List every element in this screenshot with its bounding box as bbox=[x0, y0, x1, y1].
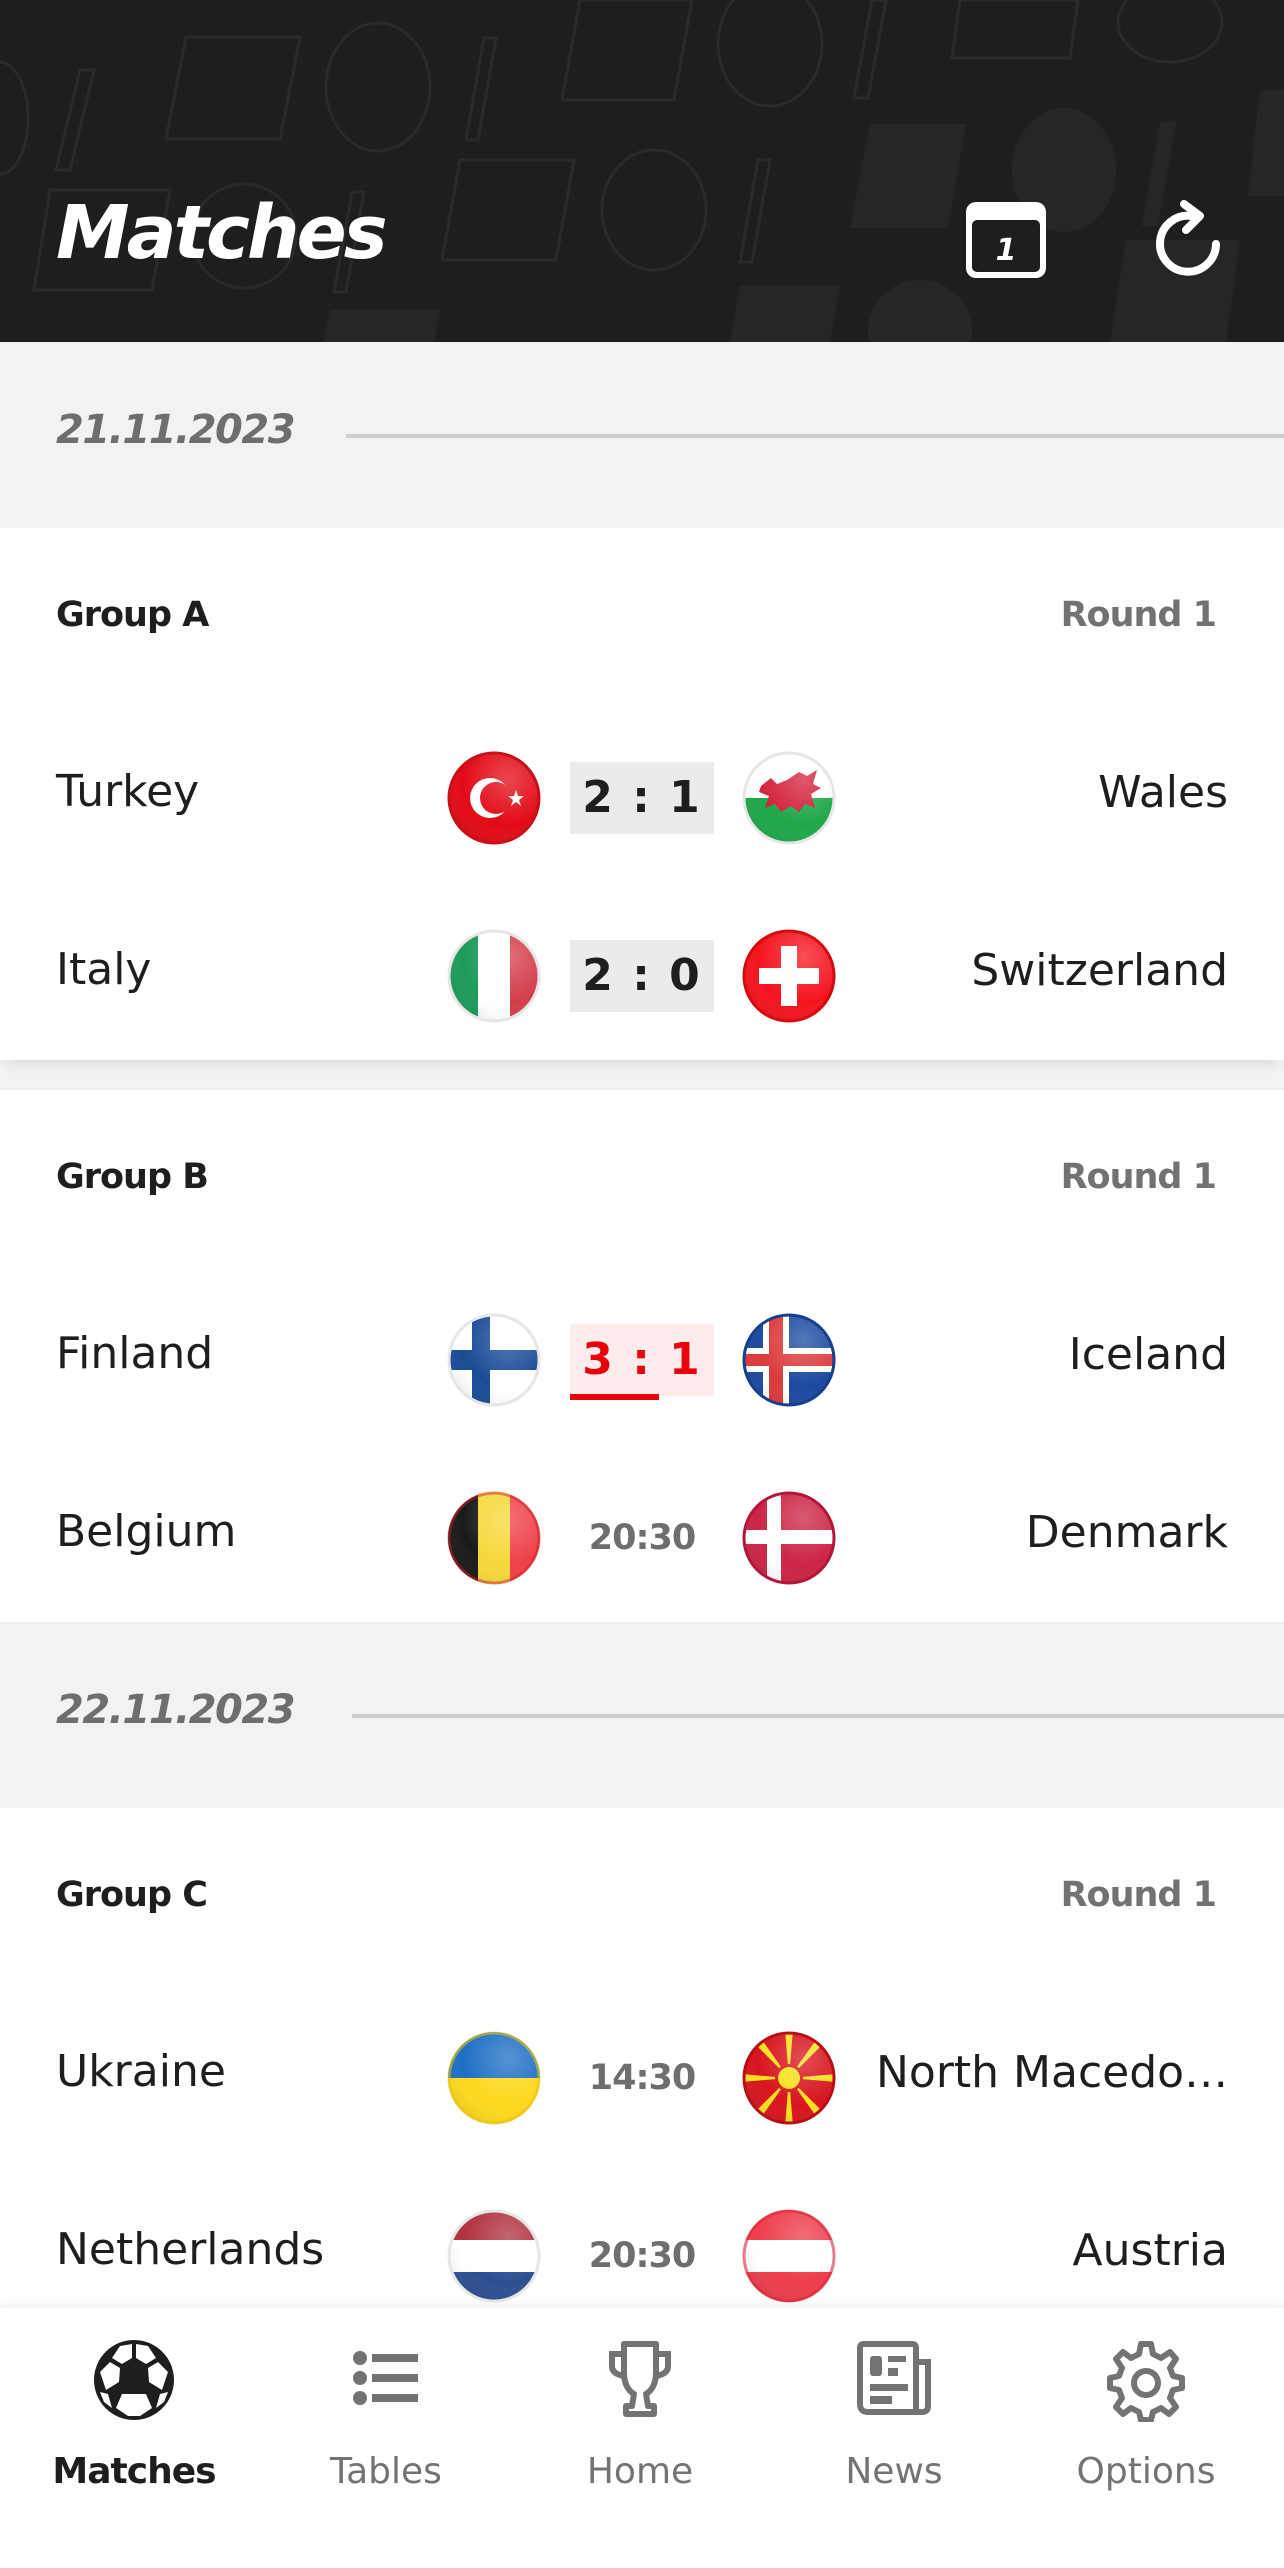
away-team-name: Iceland bbox=[1068, 1332, 1228, 1379]
page-title: Matches bbox=[56, 190, 388, 276]
home-team-name: Italy bbox=[56, 944, 152, 995]
nav-tab-news[interactable]: News bbox=[784, 2328, 1004, 2492]
calendar-icon: 1 bbox=[966, 202, 1046, 278]
header-background-pattern bbox=[0, 0, 1284, 342]
wales-flag-icon bbox=[741, 750, 837, 846]
round-label: Round 1 bbox=[1060, 1157, 1217, 1197]
italy-flag-icon bbox=[446, 928, 542, 1024]
group-name: Group B bbox=[56, 1157, 209, 1197]
live-indicator-bar bbox=[570, 1394, 659, 1400]
match-row[interactable]: Netherlands 20:30 Austria bbox=[0, 2200, 1284, 2310]
nav-label: News bbox=[845, 2451, 943, 2492]
match-row[interactable]: Finland 3 : 1 Iceland bbox=[0, 1304, 1284, 1414]
refresh-icon bbox=[1156, 200, 1220, 276]
group-name: Group A bbox=[56, 595, 209, 635]
nav-label: Matches bbox=[52, 2451, 216, 2492]
north-macedonia-flag-icon bbox=[741, 2030, 837, 2126]
nav-tab-matches[interactable]: Matches bbox=[24, 2328, 244, 2492]
calendar-button[interactable]: 1 bbox=[964, 200, 1054, 290]
gear-icon bbox=[1107, 2341, 1185, 2422]
score: 3 : 1 bbox=[582, 1334, 702, 1385]
match-row[interactable]: Belgium 20:30 Denmark bbox=[0, 1482, 1284, 1592]
score: 2 : 0 bbox=[570, 940, 714, 1012]
nav-label: Tables bbox=[330, 2451, 442, 2492]
group-card: Group A Round 1 Turkey 2 : 1 Wales Italy… bbox=[0, 528, 1284, 1060]
denmark-flag-icon bbox=[741, 1490, 837, 1586]
finland-flag-icon bbox=[446, 1312, 542, 1408]
nav-label: Home bbox=[586, 2451, 694, 2492]
away-team-name: Wales bbox=[1098, 770, 1228, 817]
home-team-name: Turkey bbox=[56, 766, 200, 817]
date-label: 22.11.2023 bbox=[56, 1687, 296, 1733]
ukraine-flag-icon bbox=[446, 2030, 542, 2126]
group-name: Group C bbox=[56, 1875, 208, 1915]
match-row[interactable]: Ukraine 14:30 North Macedonia bbox=[0, 2022, 1284, 2132]
calendar-day: 1 bbox=[996, 233, 1017, 268]
kickoff-time: 20:30 bbox=[588, 2236, 696, 2276]
home-team-name: Belgium bbox=[56, 1506, 237, 1557]
newspaper-icon bbox=[857, 2341, 931, 2415]
date-separator: 22.11.2023 bbox=[0, 1622, 1284, 1808]
away-team-name: Denmark bbox=[1025, 1510, 1228, 1557]
match-row[interactable]: Italy 2 : 0 Switzerland bbox=[0, 920, 1284, 1030]
date-divider-line bbox=[352, 1714, 1284, 1718]
app-header: Matches 1 bbox=[0, 0, 1284, 342]
date-separator: 21.11.2023 bbox=[0, 342, 1284, 528]
iceland-flag-icon bbox=[741, 1312, 837, 1408]
away-team-name: Austria bbox=[1072, 2228, 1228, 2275]
away-team-name: Switzerland bbox=[971, 948, 1228, 995]
group-card: Group B Round 1 Finland 3 : 1 Iceland Be… bbox=[0, 1090, 1284, 1622]
bottom-navigation: Matches Tables Home News Options bbox=[0, 2308, 1284, 2568]
live-score: 3 : 1 bbox=[570, 1324, 714, 1400]
home-team-name: Finland bbox=[56, 1328, 214, 1379]
date-label: 21.11.2023 bbox=[56, 407, 296, 453]
round-label: Round 1 bbox=[1060, 595, 1217, 635]
nav-tab-home[interactable]: Home bbox=[530, 2328, 750, 2492]
belgium-flag-icon bbox=[446, 1490, 542, 1586]
list-icon bbox=[353, 2351, 418, 2405]
nav-tab-tables[interactable]: Tables bbox=[276, 2328, 496, 2492]
nav-tab-options[interactable]: Options bbox=[1036, 2328, 1256, 2492]
soccer-ball-icon bbox=[94, 2340, 174, 2420]
group-card: Group C Round 1 Ukraine 14:30 North Mace… bbox=[0, 1808, 1284, 2308]
switzerland-flag-icon bbox=[741, 928, 837, 1024]
round-label: Round 1 bbox=[1060, 1875, 1217, 1915]
home-team-name: Ukraine bbox=[56, 2046, 226, 2097]
netherlands-flag-icon bbox=[446, 2208, 542, 2304]
trophy-icon bbox=[609, 2341, 671, 2417]
score: 2 : 1 bbox=[570, 762, 714, 834]
home-team-name: Netherlands bbox=[56, 2224, 325, 2275]
kickoff-time: 14:30 bbox=[588, 2058, 696, 2098]
refresh-button[interactable] bbox=[1142, 196, 1232, 286]
nav-label: Options bbox=[1076, 2451, 1216, 2492]
turkey-flag-icon bbox=[446, 750, 542, 846]
kickoff-time: 20:30 bbox=[588, 1518, 696, 1558]
austria-flag-icon bbox=[741, 2208, 837, 2304]
away-team-name: North Macedonia bbox=[876, 2050, 1246, 2097]
date-divider-line bbox=[346, 434, 1284, 438]
match-row[interactable]: Turkey 2 : 1 Wales bbox=[0, 742, 1284, 852]
